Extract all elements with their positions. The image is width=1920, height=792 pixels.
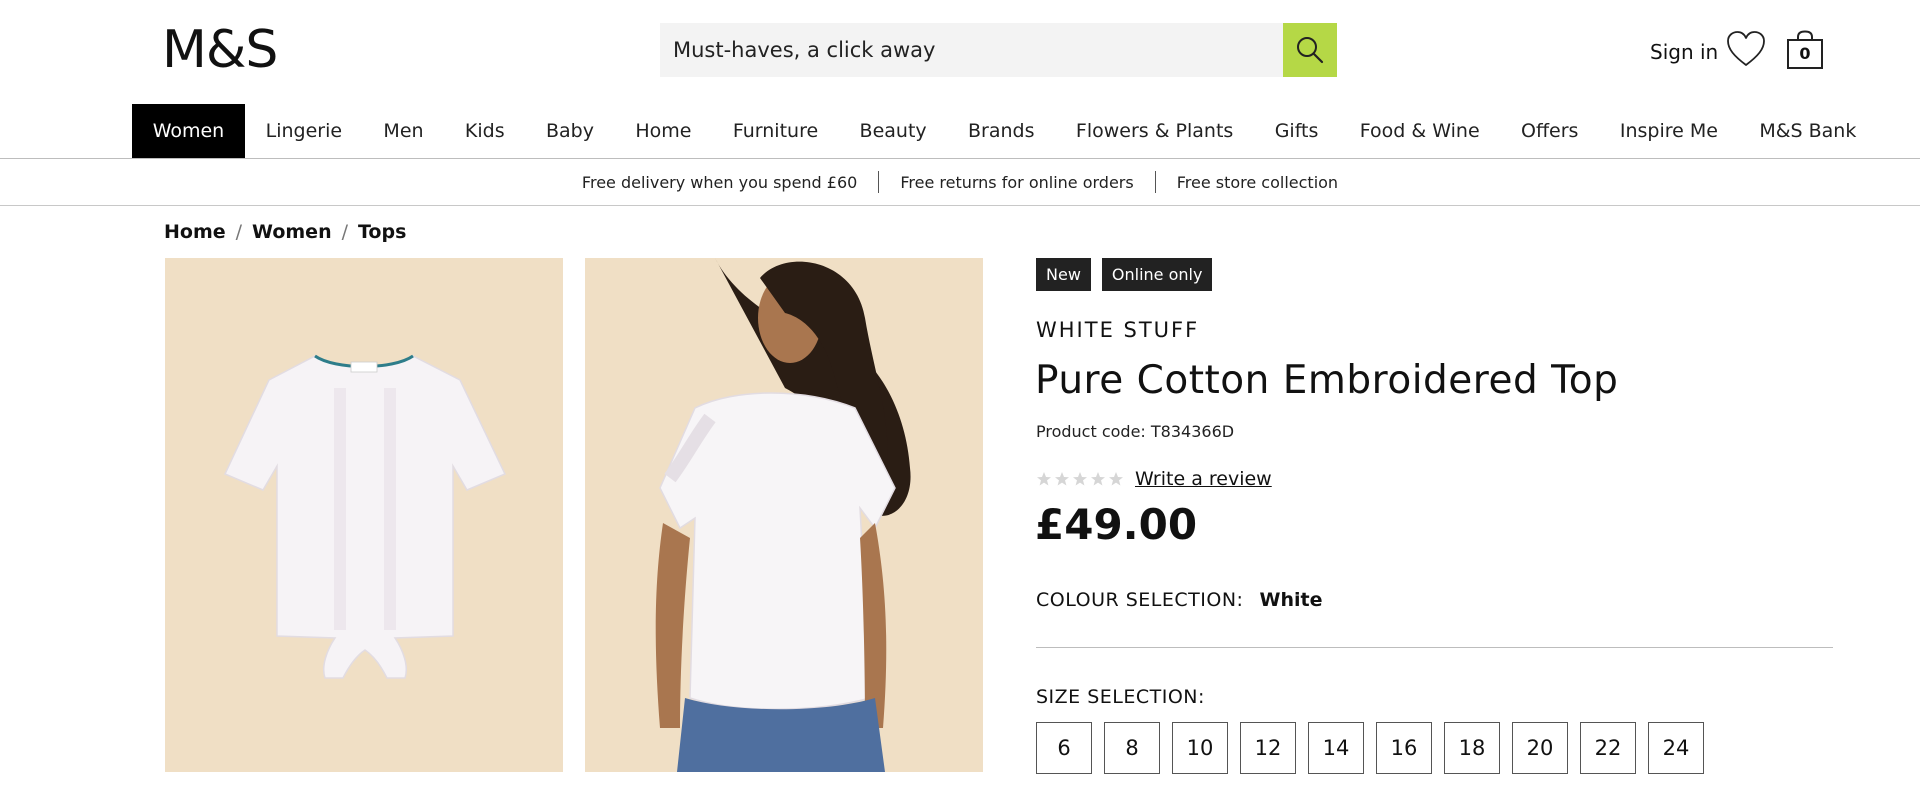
nav-item-flowers-plants[interactable]: Flowers & Plants [1055, 104, 1254, 158]
size-option-6[interactable]: 6 [1036, 722, 1092, 774]
nav-item-brands[interactable]: Brands [947, 104, 1055, 158]
size-option-12[interactable]: 12 [1240, 722, 1296, 774]
nav-item-kids[interactable]: Kids [444, 104, 525, 158]
badge-online-only: Online only [1101, 258, 1213, 291]
nav-item-inspire-me[interactable]: Inspire Me [1599, 104, 1738, 158]
size-option-24[interactable]: 24 [1648, 722, 1704, 774]
product-rating: Write a review [1036, 468, 1272, 490]
star-icon [1073, 472, 1087, 486]
breadcrumb-separator: / [341, 221, 348, 243]
promo-strip: Free delivery when you spend £60 Free re… [0, 159, 1920, 206]
size-options: 6 8 10 12 14 16 18 20 22 24 [1036, 722, 1704, 774]
main-nav: Women Lingerie Men Kids Baby Home Furnit… [132, 104, 1877, 158]
nav-item-lingerie[interactable]: Lingerie [245, 104, 363, 158]
site-header: M&S Sign in 0 [0, 0, 1920, 100]
colour-selection: COLOUR SELECTION: White [1036, 589, 1322, 611]
product-code: Product code: T834366D [1036, 422, 1235, 441]
shopping-bag-button[interactable]: 0 [1786, 30, 1824, 70]
product-title: Pure Cotton Embroidered Top [1035, 358, 1619, 403]
model-illustration [585, 258, 983, 772]
nav-item-food-wine[interactable]: Food & Wine [1339, 104, 1500, 158]
star-icon [1055, 472, 1069, 486]
search-icon [1297, 37, 1324, 64]
colour-selection-label: COLOUR SELECTION: [1036, 589, 1244, 611]
promo-free-delivery[interactable]: Free delivery when you spend £60 [561, 173, 878, 192]
write-review-link[interactable]: Write a review [1135, 468, 1272, 490]
nav-item-beauty[interactable]: Beauty [839, 104, 947, 158]
search-bar [660, 23, 1337, 77]
product-price: £49.00 [1035, 500, 1198, 549]
star-icon [1109, 472, 1123, 486]
colour-selection-value: White [1259, 589, 1323, 611]
star-icon [1037, 472, 1051, 486]
search-input[interactable] [660, 23, 1283, 77]
promo-free-returns[interactable]: Free returns for online orders [879, 173, 1154, 192]
breadcrumb-women[interactable]: Women [252, 221, 332, 243]
size-option-22[interactable]: 22 [1580, 722, 1636, 774]
nav-item-men[interactable]: Men [363, 104, 445, 158]
product-image-model[interactable] [585, 258, 983, 772]
nav-item-women[interactable]: Women [132, 104, 245, 158]
ms-logo[interactable]: M&S [162, 24, 278, 76]
size-option-20[interactable]: 20 [1512, 722, 1568, 774]
nav-item-furniture[interactable]: Furniture [712, 104, 839, 158]
size-option-10[interactable]: 10 [1172, 722, 1228, 774]
size-selection-label: SIZE SELECTION: [1036, 686, 1205, 708]
heart-icon[interactable] [1726, 30, 1766, 68]
star-icon [1091, 472, 1105, 486]
product-brand[interactable]: WHITE STUFF [1036, 318, 1199, 342]
size-option-18[interactable]: 18 [1444, 722, 1500, 774]
breadcrumb-tops[interactable]: Tops [358, 221, 406, 243]
nav-item-baby[interactable]: Baby [525, 104, 614, 158]
product-image-flat[interactable] [165, 258, 563, 772]
sign-in-link[interactable]: Sign in [1650, 40, 1718, 64]
breadcrumb: Home / Women / Tops [164, 221, 406, 243]
size-option-14[interactable]: 14 [1308, 722, 1364, 774]
breadcrumb-separator: / [235, 221, 243, 243]
size-option-16[interactable]: 16 [1376, 722, 1432, 774]
badge-new: New [1036, 258, 1091, 291]
nav-item-gifts[interactable]: Gifts [1254, 104, 1339, 158]
star-rating [1036, 471, 1124, 487]
bag-count: 0 [1799, 44, 1811, 63]
top-flat-illustration [165, 258, 563, 772]
nav-item-home[interactable]: Home [615, 104, 712, 158]
product-badges: New Online only [1036, 258, 1213, 291]
nav-item-ms-bank[interactable]: M&S Bank [1739, 104, 1877, 158]
promo-store-collection[interactable]: Free store collection [1156, 173, 1359, 192]
nav-item-offers[interactable]: Offers [1500, 104, 1599, 158]
size-option-8[interactable]: 8 [1104, 722, 1160, 774]
breadcrumb-home[interactable]: Home [164, 221, 226, 243]
search-button[interactable] [1283, 23, 1337, 77]
section-divider [1036, 647, 1833, 648]
